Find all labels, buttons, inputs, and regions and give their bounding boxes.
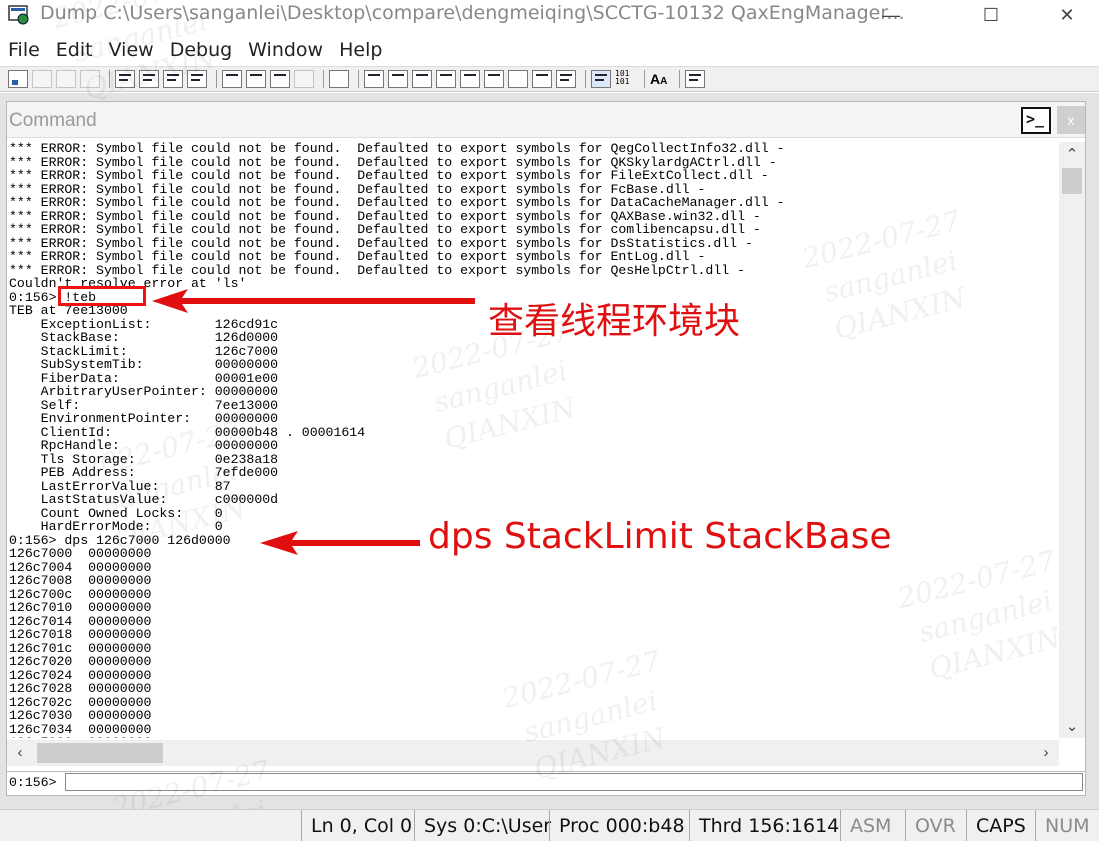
minimize-button[interactable]: — xyxy=(866,0,916,30)
open-file-icon[interactable] xyxy=(8,70,28,88)
scroll-left-icon[interactable]: ‹ xyxy=(9,740,31,766)
command-input-line: 0:156> xyxy=(7,771,1085,793)
step-out-icon[interactable] xyxy=(270,70,290,88)
command-prompt-prefix: 0:156> xyxy=(9,775,57,790)
memory-window-icon[interactable] xyxy=(460,70,480,88)
scratch-pad-icon[interactable] xyxy=(532,70,552,88)
hex-mode-icon[interactable]: 101 101 xyxy=(615,70,635,88)
output-line: 126c7038 00000000 xyxy=(9,735,151,738)
menu-debug[interactable]: Debug xyxy=(162,36,240,64)
source-mode-icon[interactable] xyxy=(591,70,611,88)
disassembly-window-icon[interactable] xyxy=(508,70,528,88)
status-asm: ASM xyxy=(840,810,904,841)
restart-icon[interactable] xyxy=(139,70,159,88)
teb-annotation-label: 查看线程环境块 xyxy=(488,301,741,342)
menu-bar: File Edit View Debug Window Help xyxy=(0,36,390,64)
command-output-text: *** ERROR: Symbol file could not be foun… xyxy=(9,142,1055,738)
locals-window-icon[interactable] xyxy=(412,70,432,88)
menu-help[interactable]: Help xyxy=(331,36,390,64)
menu-window[interactable]: Window xyxy=(240,36,331,64)
close-window-button[interactable]: ✕ xyxy=(1042,0,1092,30)
scroll-down-icon[interactable]: ⌄ xyxy=(1059,716,1085,738)
window-title: Dump C:\Users\sanganlei\Desktop\compare\… xyxy=(40,2,905,24)
maximize-icon: ☐ xyxy=(982,4,1000,25)
options-icon[interactable] xyxy=(685,70,705,88)
windbg-app-icon xyxy=(8,5,29,25)
command-output: *** ERROR: Symbol file could not be foun… xyxy=(9,142,1055,738)
break-icon[interactable] xyxy=(187,70,207,88)
run-to-cursor-icon[interactable] xyxy=(294,70,314,88)
dps-arrow-icon xyxy=(260,531,420,555)
command-window-icon[interactable] xyxy=(364,70,384,88)
status-ln-col: Ln 0, Col 0 xyxy=(301,810,413,841)
menu-file[interactable]: File xyxy=(0,36,48,64)
horizontal-scrollbar[interactable]: ‹ › xyxy=(7,740,1059,766)
paste-icon[interactable] xyxy=(80,70,100,88)
copy-icon[interactable] xyxy=(56,70,76,88)
command-input[interactable] xyxy=(65,773,1083,791)
breakpoint-hand-icon[interactable] xyxy=(329,70,349,88)
step-over-icon[interactable] xyxy=(246,70,266,88)
command-prompt-icon[interactable]: >_ xyxy=(1021,107,1051,134)
command-window-title: Command xyxy=(9,110,97,131)
toolbar: 101 101 AA xyxy=(0,66,1099,92)
step-into-icon[interactable] xyxy=(222,70,242,88)
command-window-header: Command >_ x xyxy=(7,102,1085,138)
close-icon: ✕ xyxy=(1059,4,1075,25)
stop-debugging-icon[interactable] xyxy=(163,70,183,88)
watch-window-icon[interactable] xyxy=(388,70,408,88)
teb-arrow-icon xyxy=(152,289,475,313)
teb-command-highlight-box xyxy=(58,286,146,306)
cut-icon[interactable] xyxy=(32,70,52,88)
scroll-right-icon[interactable]: › xyxy=(1035,740,1057,766)
minimize-icon: — xyxy=(882,4,900,25)
menu-edit[interactable]: Edit xyxy=(48,36,101,64)
call-stack-window-icon[interactable] xyxy=(484,70,504,88)
horizontal-scroll-thumb[interactable] xyxy=(37,743,163,763)
dps-annotation-label: dps StackLimit StackBase xyxy=(428,516,892,557)
command-window: Command >_ x *** ERROR: Symbol file coul… xyxy=(6,101,1086,796)
scroll-up-icon[interactable]: ⌃ xyxy=(1059,144,1085,166)
maximize-button[interactable]: ☐ xyxy=(966,0,1016,30)
vertical-scrollbar[interactable]: ⌃ ⌄ xyxy=(1059,142,1085,738)
go-icon[interactable] xyxy=(115,70,135,88)
title-bar: Dump C:\Users\sanganlei\Desktop\compare\… xyxy=(0,0,1099,30)
command-prompt-glyph: >_ xyxy=(1026,110,1045,128)
vertical-scroll-thumb[interactable] xyxy=(1062,168,1082,194)
status-num: NUM xyxy=(1035,810,1099,841)
status-caps: CAPS xyxy=(966,810,1034,841)
status-sys: Sys 0:C:\User xyxy=(414,810,551,841)
font-icon[interactable]: AA xyxy=(650,70,670,88)
registers-window-icon[interactable] xyxy=(436,70,456,88)
status-bar: Ln 0, Col 0 Sys 0:C:\User Proc 000:b48 T… xyxy=(0,809,1099,841)
command-window-close-button[interactable]: x xyxy=(1057,106,1085,134)
status-proc: Proc 000:b48 xyxy=(549,810,688,841)
status-thrd: Thrd 156:1614 xyxy=(689,810,839,841)
status-ovr: OVR xyxy=(905,810,965,841)
menu-view[interactable]: View xyxy=(101,36,162,64)
processes-threads-icon[interactable] xyxy=(556,70,576,88)
